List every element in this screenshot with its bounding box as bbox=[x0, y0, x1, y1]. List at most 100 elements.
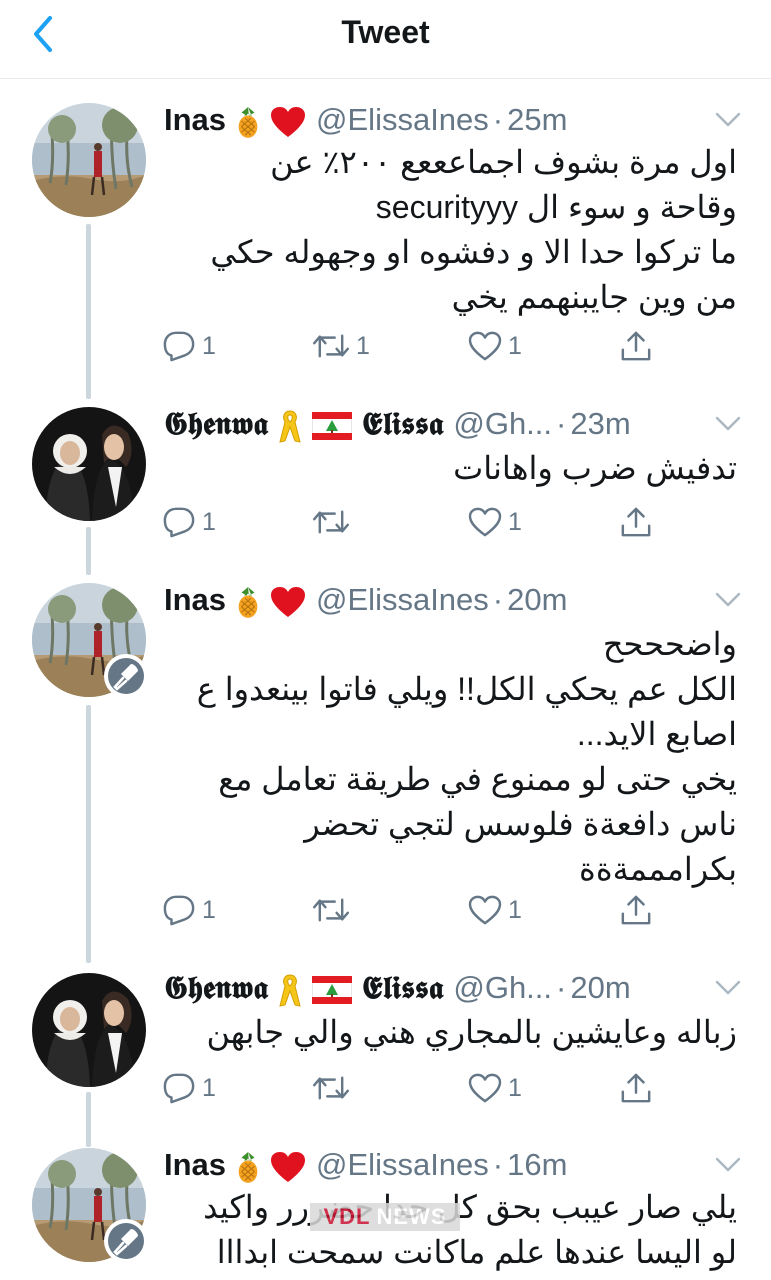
mic-badge[interactable] bbox=[104, 654, 148, 698]
caret-down-icon[interactable] bbox=[715, 416, 741, 432]
username[interactable]: @ElissaInes bbox=[316, 1147, 489, 1182]
reply-button[interactable]: 1 bbox=[162, 1068, 216, 1108]
tweet[interactable]: 𝕲𝖍𝖊𝖓𝖜𝖆 𝕰𝖑𝖎𝖘𝖘𝖆 @Gh... · 20m زباله وعايشين بال… bbox=[0, 968, 771, 1118]
username[interactable]: @ElissaInes bbox=[316, 102, 489, 137]
reply-count: 1 bbox=[202, 1073, 216, 1102]
separator-dot: · bbox=[492, 1147, 504, 1182]
reply-button[interactable]: 1 bbox=[162, 326, 216, 366]
username[interactable]: @Gh... bbox=[453, 970, 552, 1005]
reply-count: 1 bbox=[202, 895, 216, 924]
caret-down-icon[interactable] bbox=[715, 980, 741, 996]
like-icon bbox=[468, 507, 502, 537]
tweet[interactable]: Inas @ElissaInes · 20m واضحححح الكل عم يحكي… bbox=[0, 580, 771, 960]
tweet-header: Inas @ElissaInes · 25m bbox=[164, 100, 731, 140]
tweet-text-line: اول مرة بشوف اجماعععع ٢٠٠٪ عن bbox=[270, 144, 737, 180]
news-watermark: VDL NEWS bbox=[310, 1203, 460, 1231]
tweet-text-line: الكل عم يحكي الكل!! ويلي فاتوا بينعدوا ع bbox=[196, 671, 737, 707]
tweet-text-line: اصابع الايد... bbox=[576, 716, 737, 752]
like-count: 1 bbox=[508, 507, 522, 536]
red-heart-emoji-icon bbox=[270, 586, 306, 618]
watermark-part: VDL bbox=[323, 1204, 371, 1229]
retweet-button[interactable]: 1 bbox=[312, 326, 370, 366]
retweet-icon bbox=[312, 332, 350, 360]
like-count: 1 bbox=[508, 895, 522, 924]
tweet-header: Inas @ElissaInes · 16m bbox=[164, 1145, 731, 1185]
pineapple-emoji-icon bbox=[234, 1150, 262, 1184]
like-button[interactable]: 1 bbox=[468, 502, 522, 542]
display-name[interactable]: Inas bbox=[164, 582, 226, 617]
tweet-text-line: تدفيش ضرب واهانات bbox=[453, 450, 737, 486]
mic-badge[interactable] bbox=[104, 1219, 148, 1263]
tweet-text-line: يخي حتى لو ممنوع في طريقة تعامل مع bbox=[218, 761, 737, 797]
like-icon bbox=[468, 895, 502, 925]
yellow-ribbon-emoji-icon bbox=[276, 972, 304, 1008]
tweet-actions: 1 1 1 bbox=[162, 326, 662, 366]
like-button[interactable]: 1 bbox=[468, 326, 522, 366]
share-icon bbox=[620, 1072, 652, 1104]
lebanon-flag-emoji-icon bbox=[312, 412, 352, 440]
reply-button[interactable]: 1 bbox=[162, 502, 216, 542]
share-button[interactable] bbox=[620, 1068, 652, 1108]
display-name[interactable]: 𝕲𝖍𝖊𝖓𝖜𝖆 bbox=[164, 406, 268, 442]
like-icon bbox=[468, 1073, 502, 1103]
tweet-actions: 1 1 bbox=[162, 502, 662, 542]
avatar[interactable] bbox=[32, 103, 146, 217]
display-name-part[interactable]: 𝕰𝖑𝖎𝖘𝖘𝖆 bbox=[362, 406, 443, 442]
timestamp[interactable]: 25m bbox=[507, 102, 567, 137]
tweet-text-line: من وين جايبنهمم يخي bbox=[451, 279, 737, 315]
display-name[interactable]: Inas bbox=[164, 1147, 226, 1182]
tweet-header: 𝕲𝖍𝖊𝖓𝖜𝖆 𝕰𝖑𝖎𝖘𝖘𝖆 @Gh... · 20m bbox=[164, 968, 731, 1008]
retweet-button[interactable] bbox=[312, 890, 356, 930]
username[interactable]: @Gh... bbox=[453, 406, 552, 441]
tweet-text-line: لو اليسا عندها علم ماكانت سمحت ابدااا bbox=[216, 1234, 737, 1270]
username[interactable]: @ElissaInes bbox=[316, 582, 489, 617]
share-button[interactable] bbox=[620, 890, 652, 930]
like-button[interactable]: 1 bbox=[468, 1068, 522, 1108]
like-button[interactable]: 1 bbox=[468, 890, 522, 930]
timestamp[interactable]: 20m bbox=[507, 582, 567, 617]
share-icon bbox=[620, 506, 652, 538]
page-title: Tweet bbox=[341, 14, 430, 50]
display-name-part[interactable]: 𝕰𝖑𝖎𝖘𝖘𝖆 bbox=[362, 970, 443, 1006]
display-name[interactable]: Inas bbox=[164, 102, 226, 137]
pineapple-emoji-icon bbox=[234, 585, 262, 619]
like-count: 1 bbox=[508, 1073, 522, 1102]
tweet-header: 𝕲𝖍𝖊𝖓𝖜𝖆 𝕰𝖑𝖎𝖘𝖘𝖆 @Gh... · 23m bbox=[164, 404, 731, 444]
tweet[interactable]: Inas @ElissaInes · 25m اول مرة بشوف اجماععع… bbox=[0, 100, 771, 400]
timestamp[interactable]: 23m bbox=[570, 406, 630, 441]
reply-count: 1 bbox=[202, 507, 216, 536]
share-button[interactable] bbox=[620, 326, 652, 366]
caret-down-icon[interactable] bbox=[715, 112, 741, 128]
display-name[interactable]: 𝕲𝖍𝖊𝖓𝖜𝖆 bbox=[164, 970, 268, 1006]
separator-dot: · bbox=[556, 406, 567, 441]
reply-icon bbox=[162, 894, 196, 926]
caret-down-icon[interactable] bbox=[715, 1157, 741, 1173]
reply-icon bbox=[162, 1072, 196, 1104]
tweet-actions: 1 1 bbox=[162, 1068, 662, 1108]
lebanon-flag-emoji-icon bbox=[312, 976, 352, 1004]
caret-down-icon[interactable] bbox=[715, 592, 741, 608]
tweet[interactable]: 𝕲𝖍𝖊𝖓𝖜𝖆 𝕰𝖑𝖎𝖘𝖘𝖆 @Gh... · 23m تدفيش ضرب واهانات… bbox=[0, 404, 771, 554]
retweet-icon bbox=[312, 1074, 350, 1102]
tweet-text: اول مرة بشوف اجماعععع ٢٠٠٪ عن وقاحة و سو… bbox=[160, 140, 737, 320]
retweet-icon bbox=[312, 508, 350, 536]
retweet-button[interactable] bbox=[312, 1068, 356, 1108]
tweet-text-line: واضحححح bbox=[602, 626, 737, 662]
timestamp[interactable]: 16m bbox=[507, 1147, 567, 1182]
tweet-text-line: بكرامممةةة bbox=[579, 851, 737, 887]
like-count: 1 bbox=[508, 331, 522, 360]
separator-dot: · bbox=[492, 102, 504, 137]
avatar[interactable] bbox=[32, 407, 146, 521]
tweet-text-line: وقاحة و سوء ال securityyy bbox=[375, 189, 737, 225]
pineapple-emoji-icon bbox=[234, 105, 262, 139]
tweet-text-line: ما تركوا حدا الا و دفشوه او وجهوله حكي bbox=[210, 234, 737, 270]
tweet-actions: 1 1 bbox=[162, 890, 662, 930]
timestamp[interactable]: 20m bbox=[570, 970, 630, 1005]
avatar[interactable] bbox=[32, 973, 146, 1087]
tweet-text: تدفيش ضرب واهانات bbox=[160, 446, 737, 491]
reply-button[interactable]: 1 bbox=[162, 890, 216, 930]
reply-count: 1 bbox=[202, 331, 216, 360]
share-button[interactable] bbox=[620, 502, 652, 542]
mic-icon bbox=[108, 658, 144, 694]
retweet-button[interactable] bbox=[312, 502, 356, 542]
